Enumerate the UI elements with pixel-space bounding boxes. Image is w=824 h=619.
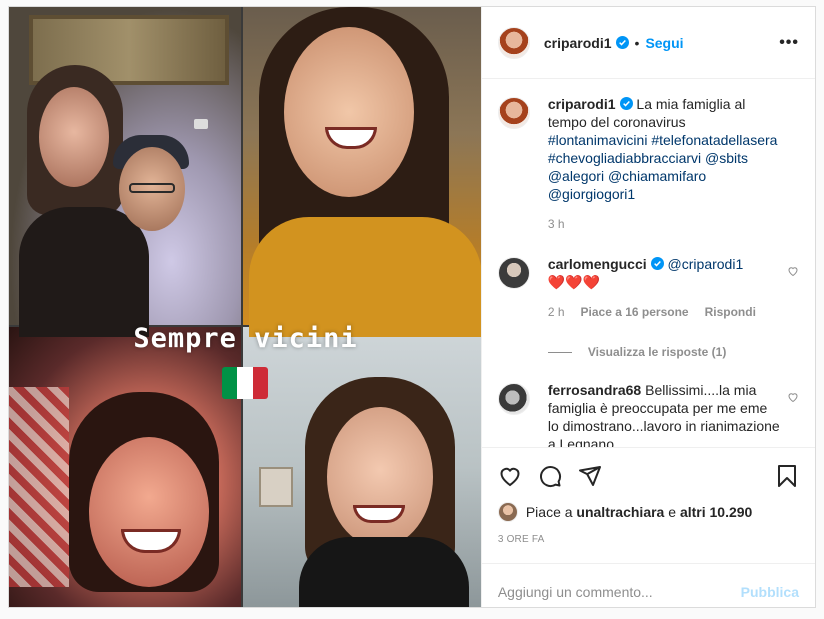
- mention-link[interactable]: @sbits: [705, 150, 748, 166]
- caption-time[interactable]: 3 h: [548, 215, 565, 233]
- mention-link[interactable]: @alegori: [548, 168, 604, 184]
- more-horizontal-icon[interactable]: •••: [779, 34, 799, 52]
- post-actions: Piace a unaltrachiara e altri 10.290 3 O…: [481, 447, 815, 607]
- person-scarf: [299, 537, 469, 607]
- wall-picture: [259, 467, 293, 507]
- hashtag-link[interactable]: #lontanimavicini: [548, 132, 648, 148]
- glasses: [129, 183, 175, 193]
- caption-meta: 3 h: [548, 215, 781, 233]
- person-face: [327, 407, 433, 547]
- reply-button[interactable]: Rispondi: [705, 303, 756, 321]
- separator-dot: •: [634, 34, 640, 51]
- liker-username[interactable]: unaltrachiara: [576, 504, 664, 520]
- view-replies-label[interactable]: Visualizza le risposte (1): [588, 345, 727, 359]
- hashtag-link[interactable]: #telefonatadellasera: [651, 132, 777, 148]
- author-username[interactable]: criparodi1: [544, 35, 629, 51]
- post-timestamp[interactable]: 3 ORE FA: [498, 534, 799, 545]
- hashtag-link[interactable]: #chevogliadiabbracciarvi: [548, 150, 701, 166]
- mention-link[interactable]: @chiamamifaro: [608, 168, 706, 184]
- caption-username[interactable]: criparodi1: [548, 96, 616, 112]
- action-icons: [498, 456, 799, 496]
- comment-input[interactable]: [497, 583, 741, 600]
- comment-item: ferrosandra68 Bellissimi....la mia famig…: [497, 381, 799, 447]
- likes-others-count[interactable]: altri 10.290: [680, 504, 752, 520]
- comment-body: carlomengucci @criparodi1 ❤️❤️❤️ 2 h Pia…: [548, 255, 799, 321]
- author-username-text[interactable]: criparodi1: [544, 35, 612, 51]
- mention-link[interactable]: @criparodi1: [668, 256, 744, 272]
- share-icon[interactable]: [578, 464, 602, 488]
- likes-conjunction: e: [668, 504, 677, 520]
- replies-divider: [547, 351, 572, 353]
- bookmark-icon[interactable]: [775, 464, 799, 488]
- comment-text: ❤️❤️❤️: [547, 274, 601, 290]
- mention-link[interactable]: @giorgiogori1: [548, 186, 635, 202]
- avatar[interactable]: [497, 97, 530, 129]
- caption-body: criparodi1 La mia famiglia al tempo del …: [548, 95, 799, 233]
- person-body: [19, 207, 149, 337]
- heart-icon[interactable]: [787, 391, 799, 403]
- post-image[interactable]: Sempre vicini: [9, 7, 481, 607]
- heart-icon[interactable]: [787, 265, 799, 277]
- person-face: [39, 87, 109, 187]
- post-header: criparodi1 • Segui •••: [481, 7, 815, 79]
- comment-time[interactable]: 2 h: [548, 303, 565, 321]
- likes-summary: Piace a unaltrachiara e altri 10.290: [497, 500, 799, 524]
- person-shirt: [249, 217, 481, 337]
- person-face: [89, 437, 209, 587]
- comment-meta: 2 h Piace a 16 persone Rispondi: [548, 303, 781, 321]
- comment-body: ferrosandra68 Bellissimi....la mia famig…: [548, 381, 799, 447]
- verified-badge-icon: [615, 35, 629, 49]
- comment-item: carlomengucci @criparodi1 ❤️❤️❤️ 2 h Pia…: [497, 255, 799, 321]
- follow-button[interactable]: Segui: [645, 35, 683, 51]
- add-comment-bar: Pubblica: [481, 563, 815, 619]
- instagram-post: Sempre vicini criparodi1 • Segui ••• cri…: [8, 6, 816, 608]
- publish-button[interactable]: Pubblica: [741, 584, 799, 600]
- avatar[interactable]: [497, 26, 530, 59]
- likes-text: Piace a unaltrachiara e altri 10.290: [526, 504, 753, 520]
- comment-likes[interactable]: Piace a 16 persone: [581, 303, 689, 321]
- verified-badge-icon: [650, 257, 664, 270]
- person-face: [284, 27, 414, 197]
- verified-badge-icon: [619, 97, 633, 110]
- likes-prefix: Piace a: [525, 504, 573, 520]
- heart-icon[interactable]: [498, 464, 522, 488]
- view-replies-button[interactable]: Visualizza le risposte (1): [547, 345, 799, 359]
- post-sidebar: criparodi1 • Segui ••• criparodi1 La mia…: [480, 7, 815, 607]
- comments-list[interactable]: criparodi1 La mia famiglia al tempo del …: [482, 79, 815, 447]
- caption: criparodi1 La mia famiglia al tempo del …: [497, 95, 799, 233]
- avatar[interactable]: [497, 502, 518, 522]
- story-sticker-text: Sempre vicini: [133, 323, 358, 354]
- italian-flag-icon: [222, 367, 268, 399]
- comment-username[interactable]: ferrosandra68: [548, 382, 641, 398]
- avatar[interactable]: [497, 383, 530, 415]
- comment-username[interactable]: carlomengucci: [548, 256, 647, 272]
- avatar[interactable]: [497, 257, 530, 289]
- checkered-cloth: [9, 387, 69, 587]
- wall-light: [194, 119, 208, 129]
- comment-icon[interactable]: [538, 464, 562, 488]
